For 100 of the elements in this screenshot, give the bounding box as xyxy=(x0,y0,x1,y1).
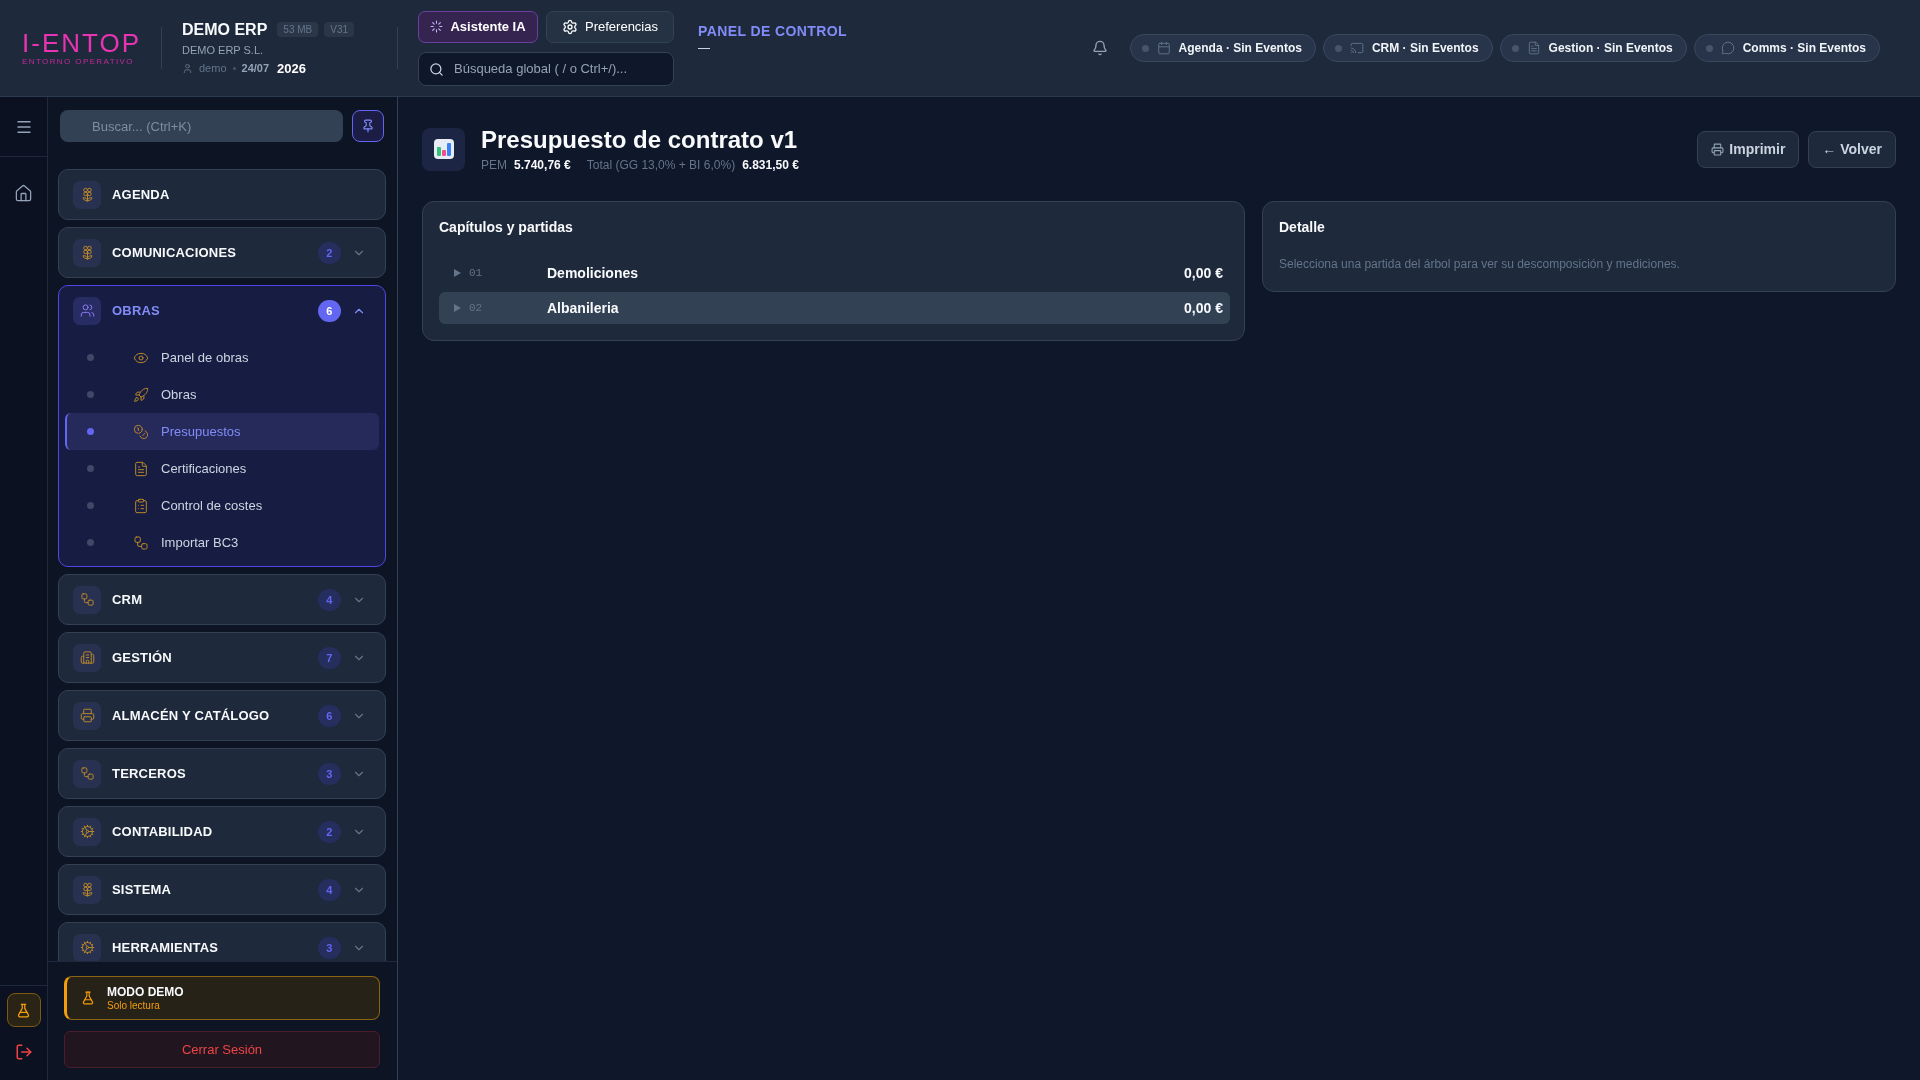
global-search-field[interactable]: Búsqueda global ( / o Ctrl+/)... xyxy=(418,51,674,86)
printer-icon xyxy=(73,701,101,730)
back-button[interactable]: ← Volver xyxy=(1808,130,1896,168)
separator-dot-icon xyxy=(232,66,236,70)
date-text: 24/07 xyxy=(241,62,270,74)
bullet-dot-icon xyxy=(87,502,94,509)
pin-icon xyxy=(361,119,375,133)
logo-tagline: ENTORNO OPERATIVO xyxy=(22,56,134,67)
card-title: Detalle xyxy=(1279,219,1326,235)
event-chip[interactable]: Gestion · Sin Eventos xyxy=(1499,34,1687,62)
demo-mode-title: MODO DEMO xyxy=(107,985,184,999)
summary-value: 6.831,50 € xyxy=(742,158,799,172)
size-badge: 53 MB xyxy=(277,22,319,37)
sidebar-search-field[interactable]: Buscar... (Ctrl+K) xyxy=(60,110,343,142)
version-badge: V31 xyxy=(324,22,355,37)
home-icon xyxy=(14,183,33,203)
tree-row[interactable]: 01 Demoliciones 0,00 € xyxy=(439,257,1230,289)
company-name: DEMO ERP S.L. xyxy=(182,43,265,56)
app-name: DEMO ERP xyxy=(182,20,268,39)
bullet-dot-icon xyxy=(87,539,94,546)
nav-subitem[interactable]: Control de costes xyxy=(65,487,379,524)
workflow-icon xyxy=(133,534,149,551)
nav-group-button[interactable]: GESTIÓN 7 xyxy=(58,632,386,683)
print-button[interactable]: Imprimir xyxy=(1697,130,1800,168)
calendar-icon xyxy=(1156,41,1171,55)
users-icon xyxy=(73,296,101,325)
year-text: 2026 xyxy=(277,60,306,76)
nav-subitem[interactable]: Presupuestos xyxy=(65,413,379,450)
coins-icon xyxy=(133,423,149,440)
status-dot-icon xyxy=(1705,44,1713,52)
bullet-dot-icon xyxy=(87,465,94,472)
event-chip[interactable]: Comms · Sin Eventos xyxy=(1693,34,1880,62)
event-chip[interactable]: Agenda · Sin Eventos xyxy=(1129,34,1316,62)
demo-mode-button[interactable] xyxy=(6,993,41,1027)
log-out-icon xyxy=(14,1043,33,1061)
expand-triangle-icon xyxy=(454,304,461,312)
bullet-dot-icon xyxy=(87,391,94,398)
flask-icon xyxy=(81,991,95,1005)
count-badge: 3 xyxy=(318,762,341,785)
document-icon xyxy=(133,460,149,477)
nav-group-button[interactable]: OBRAS 6 xyxy=(59,286,385,335)
nav-group-button[interactable]: HERRAMIENTAS 3 xyxy=(58,922,386,961)
flower-icon xyxy=(73,875,101,904)
logout-text-button[interactable]: Cerrar Sesión xyxy=(64,1031,380,1068)
bullet-dot-icon xyxy=(87,354,94,361)
count-badge: 7 xyxy=(318,646,341,669)
summary-label: PEM xyxy=(481,158,507,172)
nav-group-button[interactable]: SISTEMA 4 xyxy=(58,864,386,915)
count-badge: 4 xyxy=(318,588,341,611)
rocket-icon xyxy=(133,386,149,403)
flower-icon xyxy=(73,180,101,209)
count-badge: 4 xyxy=(318,878,341,901)
user-icon xyxy=(182,62,193,74)
chapter-code: 01 xyxy=(469,267,484,279)
summary-value: 5.740,76 € xyxy=(514,158,571,172)
demo-mode-subtitle: Solo lectura xyxy=(107,1000,161,1011)
bar-chart-icon xyxy=(422,127,465,171)
workflow-icon xyxy=(73,759,101,788)
assistant-button[interactable]: Asistente IA xyxy=(418,10,538,43)
nav-subitem[interactable]: Obras xyxy=(65,376,379,413)
cog-icon xyxy=(73,817,101,846)
nav-subitem[interactable]: Importar BC3 xyxy=(65,524,379,561)
chapter-name: Demoliciones xyxy=(547,265,639,281)
context-subtitle: — xyxy=(698,41,710,55)
nav-group-button[interactable]: ALMACÉN Y CATÁLOGO 6 xyxy=(58,690,386,741)
status-dot-icon xyxy=(1141,44,1149,52)
cog-icon xyxy=(73,933,101,961)
clipboard-icon xyxy=(133,497,149,514)
building-icon xyxy=(73,643,101,672)
document-icon xyxy=(1526,41,1541,55)
nav-subitem[interactable]: Panel de obras xyxy=(65,339,379,376)
detail-message: Selecciona una partida del árbol para ver su descomposición y mediciones. xyxy=(1279,257,1681,271)
event-chip[interactable]: CRM · Sin Eventos xyxy=(1322,34,1493,62)
nav-group-button[interactable]: CONTABILIDAD 2 xyxy=(58,806,386,857)
count-badge: 6 xyxy=(318,704,341,727)
nav-subitem[interactable]: Certificaciones xyxy=(65,450,379,487)
nav-group-button[interactable]: AGENDA xyxy=(58,169,386,220)
expand-triangle-icon xyxy=(454,269,461,277)
nav-group-button[interactable]: COMUNICACIONES 2 xyxy=(58,227,386,278)
count-badge: 3 xyxy=(318,936,341,959)
search-icon xyxy=(429,61,444,77)
page-title: Presupuesto de contrato v1 xyxy=(481,126,799,153)
nav-group-button[interactable]: CRM 4 xyxy=(58,574,386,625)
preferences-button[interactable]: Preferencias xyxy=(546,10,674,43)
nav-group-button[interactable]: TERCEROS 3 xyxy=(58,748,386,799)
flower-icon xyxy=(73,238,101,267)
chapter-amount: 0,00 € xyxy=(1184,265,1223,281)
username: demo xyxy=(199,62,227,74)
logo-wordmark: I-ENTOP xyxy=(22,29,141,56)
count-badge: 2 xyxy=(318,241,341,264)
cast-icon xyxy=(1349,41,1364,55)
chapter-amount: 0,00 € xyxy=(1184,300,1223,316)
summary-label: Total (GG 13,0% + BI 6,0%) xyxy=(586,158,736,172)
status-dot-icon xyxy=(1511,44,1519,52)
card-title: Capítulos y partidas xyxy=(439,219,574,235)
context-title: PANEL DE CONTROL xyxy=(698,23,847,39)
loader-icon xyxy=(430,20,444,33)
flask-icon xyxy=(16,1002,31,1018)
printer-icon xyxy=(1711,142,1725,156)
pin-button[interactable] xyxy=(352,110,384,142)
